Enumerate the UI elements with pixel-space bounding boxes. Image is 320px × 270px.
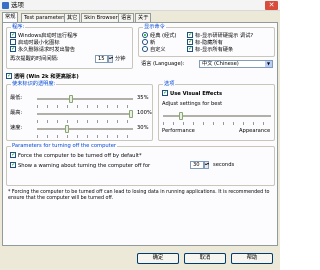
- transparency-subtitle: 使未标识的透明度:: [11, 81, 57, 88]
- slider-thumb[interactable]: [69, 95, 74, 103]
- language-select[interactable]: 中文 (Chinese) ▼: [199, 60, 273, 68]
- check-force-off[interactable]: Force the computer to be turned off by d…: [10, 151, 142, 160]
- slider-ticks: [37, 105, 133, 108]
- check-warn-off[interactable]: Show a warning about turning the compute…: [10, 161, 151, 170]
- tab-test-parameters[interactable]: Test parameters: [21, 13, 69, 22]
- checkbox[interactable]: [10, 151, 16, 159]
- visual-effects-group: 选项 Use Visual Effects Adjust settings fo…: [158, 81, 275, 141]
- slider-track[interactable]: [37, 98, 133, 100]
- language-label: 语言 (Language):: [141, 61, 185, 67]
- interval-input[interactable]: 15: [95, 55, 108, 63]
- slider-min-value: 35%: [137, 95, 149, 101]
- radio-custom-label: 自定义: [150, 47, 166, 53]
- slider-speed-value: 30%: [137, 125, 149, 131]
- checkbox[interactable]: [10, 45, 16, 53]
- options-window: 选项 ✕ 常规 Test parameters 其它 Skin Browser …: [0, 0, 280, 270]
- slider-max-value: 100%: [137, 110, 152, 116]
- slider-ticks: [37, 120, 133, 123]
- slider-max-label: 最高:: [10, 110, 23, 116]
- tab-general[interactable]: 常规: [2, 12, 19, 22]
- interval-label: 再次提醒的时间间隔:: [10, 56, 59, 62]
- check-transparency[interactable]: 透明 (Win 2k 和更高版本): [6, 72, 79, 81]
- checkbox[interactable]: [162, 89, 168, 97]
- tab-language[interactable]: 语言: [118, 13, 135, 22]
- app-icon: [2, 2, 9, 9]
- tab-skin-browser[interactable]: Skin Browser: [81, 13, 121, 22]
- slider-track[interactable]: [37, 128, 133, 130]
- force-off-label: Force the computer to be turned off by d…: [18, 153, 142, 159]
- seconds-label: seconds: [213, 162, 235, 168]
- cancel-button[interactable]: 取消: [184, 253, 226, 264]
- slider-min-label: 最低:: [10, 95, 23, 101]
- slider-ticks: [37, 135, 133, 138]
- check-show-all-label: 标-显示所有硬条: [195, 47, 234, 53]
- slider-speed-label: 速度:: [10, 125, 23, 131]
- program-group-title: 程序:: [11, 24, 26, 31]
- seconds-input[interactable]: 30: [190, 161, 204, 169]
- check-show-all[interactable]: 标-显示所有硬条: [187, 45, 234, 54]
- window-title: 选项: [11, 1, 24, 9]
- turnoff-group: Parameters for turning off the computer …: [6, 143, 275, 186]
- radio-button[interactable]: [142, 32, 148, 38]
- performance-label: Performance: [162, 128, 195, 134]
- seconds-spin-button[interactable]: ▴▾: [204, 161, 209, 169]
- warn-off-label: Show a warning about turning the compute…: [18, 163, 151, 169]
- tab-about[interactable]: 关于: [135, 13, 152, 22]
- turnoff-note: * Forcing the computer to be turned off …: [8, 190, 270, 201]
- transparency-group: 使未标识的透明度: 最低: 35% 最高: 100% 速度: 30%: [6, 81, 153, 141]
- check-delete-warning-label: 永久删除请求时发出警告: [18, 47, 76, 53]
- interval-unit: 分钟: [115, 56, 126, 62]
- interval-spin-button[interactable]: ▴▾: [108, 55, 113, 63]
- visual-slider-ticks: [163, 122, 271, 125]
- visual-slider-thumb[interactable]: [178, 112, 183, 120]
- show-commands-group: 显示命令 经典 (经式) 新 自定义 标-显示研研硬提示 调试? 标-隐藏所有 …: [138, 24, 275, 57]
- checkbox[interactable]: [10, 31, 16, 39]
- turnoff-title: Parameters for turning off the computer: [11, 143, 118, 150]
- slider-thumb[interactable]: [64, 125, 69, 133]
- check-visual-effects[interactable]: Use Visual Effects: [162, 89, 223, 98]
- visual-effects-label: Use Visual Effects: [170, 91, 223, 97]
- title-bar[interactable]: 选项 ✕: [0, 0, 280, 11]
- checkbox[interactable]: [6, 72, 12, 80]
- check-delete-warning[interactable]: 永久删除请求时发出警告: [10, 45, 76, 54]
- chevron-down-icon[interactable]: ▼: [265, 61, 272, 67]
- radio-custom[interactable]: 自定义: [142, 46, 166, 54]
- visual-effects-title: 选项: [163, 81, 176, 88]
- show-commands-title: 显示命令: [143, 24, 166, 31]
- adjust-label: Adjust settings for best: [162, 101, 223, 107]
- slider-track[interactable]: [37, 113, 133, 115]
- checkbox[interactable]: [187, 45, 193, 53]
- language-value: 中文 (Chinese): [202, 61, 239, 67]
- program-group: 程序: Windows启动时运行程序 启动时最小化图标 永久删除请求时发出警告 …: [6, 24, 133, 69]
- close-button[interactable]: ✕: [265, 1, 278, 10]
- transparency-label: 透明 (Win 2k 和更高版本): [14, 74, 79, 80]
- radio-button[interactable]: [142, 39, 148, 45]
- checkbox[interactable]: [10, 161, 16, 169]
- radio-button[interactable]: [142, 46, 148, 52]
- general-panel: 程序: Windows启动时运行程序 启动时最小化图标 永久删除请求时发出警告 …: [2, 22, 278, 246]
- slider-thumb[interactable]: [129, 110, 133, 118]
- tab-other[interactable]: 其它: [64, 13, 81, 22]
- help-button[interactable]: 帮助: [231, 253, 273, 264]
- ok-button[interactable]: 确定: [137, 253, 179, 264]
- appearance-label: Appearance: [239, 128, 271, 134]
